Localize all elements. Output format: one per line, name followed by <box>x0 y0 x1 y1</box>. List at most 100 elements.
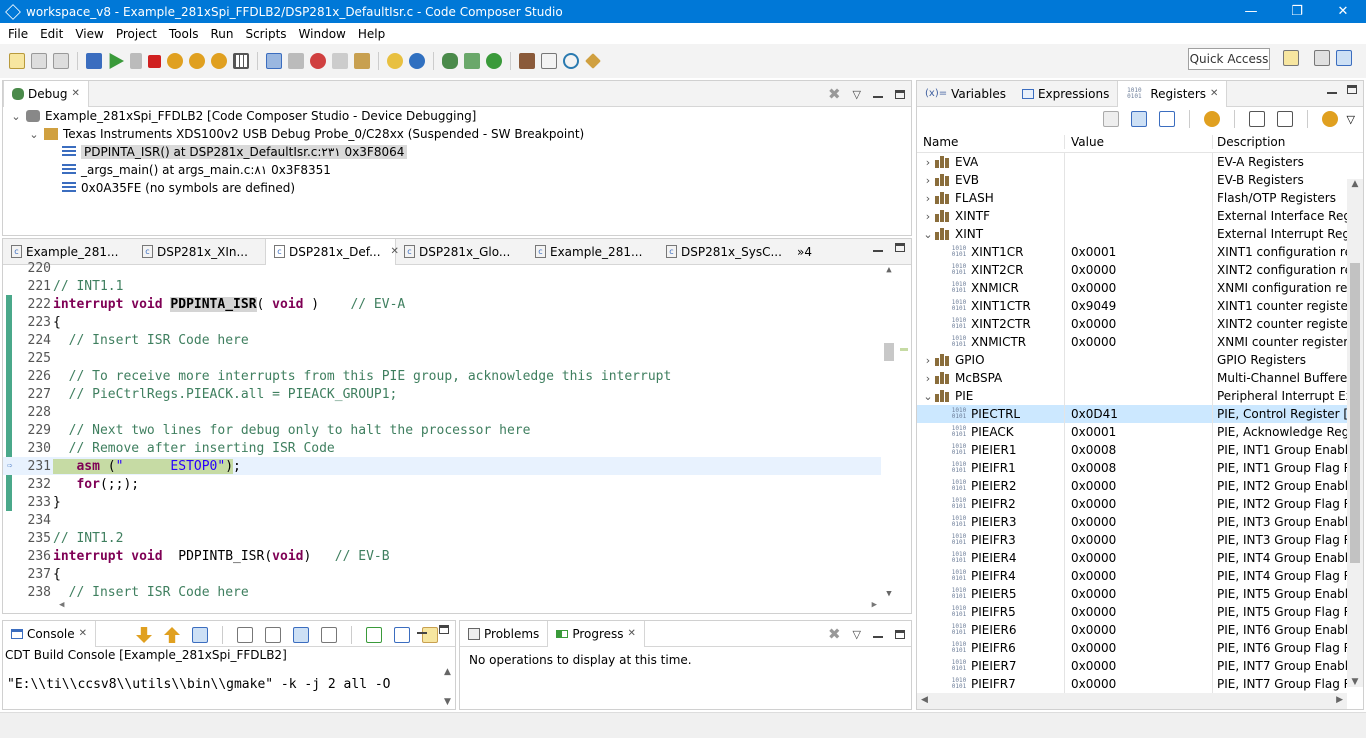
maximize-button[interactable]: ❐ <box>1274 0 1320 23</box>
register-row[interactable]: 1010 0101 PIEIFR3 0x0000 PIE, INT3 Group Fla… <box>917 531 1347 549</box>
menu-tools[interactable]: Tools <box>163 27 205 41</box>
debug-tree-item[interactable]: ⌄ Example_281xSpi_FFDLB2 [Code Composer S… <box>3 107 911 125</box>
new-console-icon[interactable] <box>394 627 410 643</box>
register-row[interactable]: 1010 0101 PIEIER4 0x0000 PIE, INT4 Group Ena… <box>917 549 1347 567</box>
debug-view-icon[interactable] <box>86 53 102 69</box>
suspend-icon[interactable] <box>130 53 142 69</box>
code-line[interactable]: 222 interrupt void PDPINTA_ISR( void ) //… <box>3 295 881 313</box>
register-value[interactable]: 0x0000 <box>1065 603 1213 621</box>
register-row[interactable]: 1010 0101 PIEIFR4 0x0000 PIE, INT4 Group Fla… <box>917 567 1347 585</box>
register-value[interactable] <box>1065 171 1213 189</box>
code-line[interactable]: 229 // Next two lines for debug only to … <box>3 421 881 439</box>
register-row[interactable]: 1010 0101 PIEIER5 0x0000 PIE, INT5 Group Ena… <box>917 585 1347 603</box>
save-all-icon[interactable] <box>53 53 69 69</box>
chevron-down-icon[interactable]: ⌄ <box>9 110 23 123</box>
register-value[interactable]: 0x0001 <box>1065 423 1213 441</box>
menu-run[interactable]: Run <box>204 27 239 41</box>
close-tab-icon[interactable]: ✕ <box>79 628 87 639</box>
register-value[interactable]: 0x0000 <box>1065 333 1213 351</box>
tab-registers[interactable]: 1010 0101 Registers ✕ <box>1117 80 1228 107</box>
tab-progress[interactable]: Progress ✕ <box>547 620 645 647</box>
load-program-icon[interactable] <box>310 53 326 69</box>
register-row[interactable]: › EVB EV-B Registers <box>917 171 1347 189</box>
register-value[interactable]: 0x0000 <box>1065 657 1213 675</box>
register-value[interactable]: 0x0000 <box>1065 621 1213 639</box>
code-line[interactable]: 227 // PieCtrlRegs.PIEACK.all = PIEACK_G… <box>3 385 881 403</box>
tab-expressions[interactable]: Expressions <box>1014 81 1117 107</box>
register-value[interactable]: 0x0000 <box>1065 279 1213 297</box>
register-row[interactable]: 1010 0101 PIEIFR1 0x0008 PIE, INT1 Group Fla… <box>917 459 1347 477</box>
register-row[interactable]: › EVA EV-A Registers <box>917 153 1347 171</box>
code-line[interactable]: 221// INT1.1 <box>3 277 881 295</box>
menu-scripts[interactable]: Scripts <box>239 27 292 41</box>
restart-icon[interactable] <box>387 53 403 69</box>
scroll-lock-icon[interactable] <box>192 627 208 643</box>
chevron-right-icon[interactable]: › <box>921 210 935 223</box>
minimize-view-icon[interactable] <box>873 96 883 98</box>
sync-icon[interactable] <box>1321 111 1338 127</box>
save-icon[interactable] <box>31 53 47 69</box>
open-perspective-icon[interactable] <box>1283 50 1299 66</box>
chevron-right-icon[interactable]: › <box>921 372 935 385</box>
editor-vertical-scrollbar[interactable]: ▲ ▼ <box>881 265 897 599</box>
register-row[interactable]: › XINTF External Interface Regist <box>917 207 1347 225</box>
search-icon[interactable] <box>563 53 579 69</box>
menu-file[interactable]: File <box>2 27 34 41</box>
code-line[interactable]: 230 // Remove after inserting ISR Code <box>3 439 881 457</box>
registers-scroll-thumb[interactable] <box>1350 263 1360 563</box>
register-row[interactable]: 1010 0101 PIEIFR5 0x0000 PIE, INT5 Group Fla… <box>917 603 1347 621</box>
register-row[interactable]: 1010 0101 PIEIFR7 0x0000 PIE, INT7 Group Fla… <box>917 675 1347 693</box>
code-line[interactable]: 237{ <box>3 565 881 583</box>
view-menu-icon[interactable]: ▽ <box>853 88 861 101</box>
pin-icon[interactable] <box>585 53 601 69</box>
register-value[interactable]: 0x0008 <box>1065 441 1213 459</box>
code-line[interactable]: 236 interrupt void PDPINTB_ISR(void) // E… <box>3 547 881 565</box>
register-value[interactable]: 0x0001 <box>1065 243 1213 261</box>
connect-icon[interactable] <box>266 53 282 69</box>
chevron-down-icon[interactable]: ⌄ <box>27 128 41 141</box>
register-value[interactable]: 0x9049 <box>1065 297 1213 315</box>
minimize-view-icon[interactable] <box>1327 91 1337 94</box>
tab-debug[interactable]: Debug ✕ <box>3 80 89 107</box>
chevron-down-icon[interactable]: ⌄ <box>921 228 935 241</box>
register-row[interactable]: 1010 0101 XNMICR 0x0000 XNMI configuration r… <box>917 279 1347 297</box>
register-row[interactable]: 1010 0101 PIEIFR6 0x0000 PIE, INT6 Group Fla… <box>917 639 1347 657</box>
build-hammer-icon[interactable] <box>519 53 535 69</box>
copy-build-log-icon[interactable] <box>265 627 281 643</box>
register-value[interactable] <box>1065 351 1213 369</box>
code-editor[interactable]: 220 221// INT1.1 222 interrupt void PDPINTA… <box>3 261 911 613</box>
chevron-right-icon[interactable]: › <box>921 192 935 205</box>
code-line[interactable]: 233} <box>3 493 881 511</box>
register-row[interactable]: 1010 0101 XINT1CR 0x0001 XINT1 configuration… <box>917 243 1347 261</box>
debug-tree-item[interactable]: PDPINTA_ISR() at DSP281x_DefaultIsr.c:۲۳… <box>3 143 911 161</box>
maximize-view-icon[interactable] <box>439 625 449 634</box>
register-row[interactable]: 1010 0101 XINT1CTR 0x9049 XINT1 counter regi… <box>917 297 1347 315</box>
column-name[interactable]: Name <box>917 134 1065 149</box>
register-row[interactable]: › GPIO GPIO Registers <box>917 351 1347 369</box>
register-row[interactable]: 1010 0101 XINT2CTR 0x0000 XINT2 counter regi… <box>917 315 1347 333</box>
register-row[interactable]: 1010 0101 PIECTRL 0x0D41 PIE, Control Regist… <box>917 405 1347 423</box>
menu-edit[interactable]: Edit <box>34 27 69 41</box>
code-line[interactable]: 234 <box>3 511 881 529</box>
register-value[interactable]: 0x0000 <box>1065 261 1213 279</box>
register-value[interactable]: 0x0000 <box>1065 531 1213 549</box>
code-line[interactable]: 231 ⇨ asm (" ESTOP0"); <box>3 457 881 475</box>
tab-variables[interactable]: (x)= Variables <box>917 81 1014 107</box>
code-line[interactable]: 224 // Insert ISR Code here <box>3 331 881 349</box>
import-icon[interactable] <box>1276 111 1293 127</box>
register-value[interactable]: 0x0000 <box>1065 675 1213 693</box>
close-button[interactable]: ✕ <box>1320 0 1366 23</box>
ccs-edit-perspective-icon[interactable] <box>1314 50 1330 66</box>
minimize-editor-icon[interactable] <box>873 249 883 252</box>
console-output[interactable]: "E:\\ti\\ccsv8\\utils\\bin\\gmake" -k -j… <box>7 677 391 692</box>
register-row[interactable]: ⌄ XINT External Interrupt Regist <box>917 225 1347 243</box>
collapse-all-icon[interactable] <box>1158 111 1175 127</box>
resume-icon[interactable] <box>109 53 124 69</box>
new-register-group-icon[interactable] <box>1102 111 1119 127</box>
code-line[interactable]: 232 for(;;); <box>3 475 881 493</box>
close-tab-icon[interactable]: ✕ <box>628 628 636 639</box>
debug-tree-item[interactable]: _args_main() at args_main.c:۸۱ 0x3F8351 <box>3 161 911 179</box>
refresh-icon[interactable] <box>486 53 502 69</box>
editor-horizontal-scrollbar[interactable]: ◀ ▶ <box>55 599 881 613</box>
new-icon[interactable] <box>9 53 25 69</box>
